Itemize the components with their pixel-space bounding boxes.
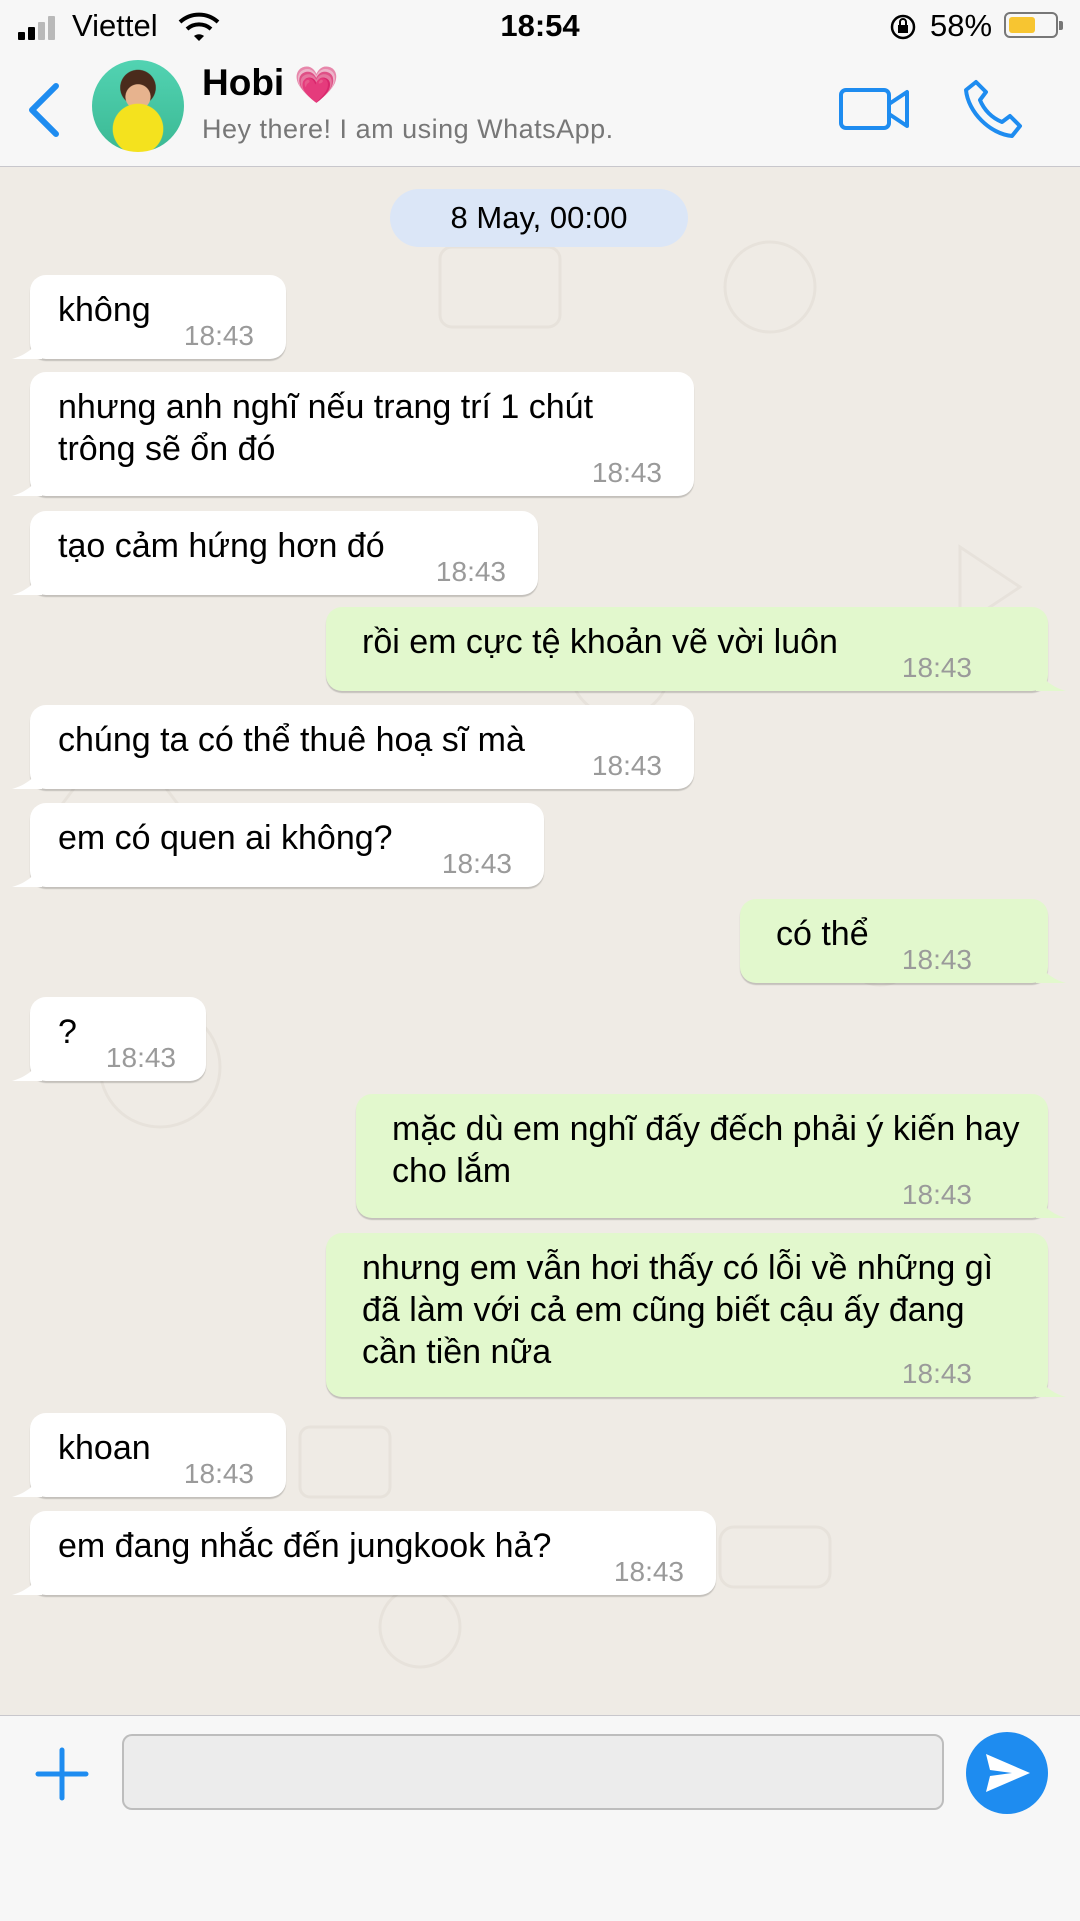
bubble-tail [12,476,42,496]
bubble-tail [12,1477,42,1497]
incoming-message[interactable]: ? 18:43 [12,997,206,1081]
contact-avatar[interactable] [92,60,184,152]
message-time: 18:43 [901,1179,972,1210]
status-bar: Viettel 18:54 58% [0,0,1080,52]
battery-icon [1004,12,1063,38]
phone-icon[interactable] [962,78,1024,140]
message-time: 18:43 [591,750,662,781]
outgoing-message[interactable]: có thể 18:43 [740,899,1066,983]
plus-icon[interactable] [34,1746,90,1802]
bubble-tail [12,575,42,595]
message-time: 18:43 [591,457,662,488]
incoming-message[interactable]: không 18:43 [12,275,286,359]
send-icon [986,1754,1030,1792]
chat-area[interactable]: 8 May, 00:00 không 18:43 nhưng anh nghĩ nế… [0,167,1080,1715]
incoming-message[interactable]: chúng ta có thể thuê hoạ sĩ mà 18:43 [12,705,694,789]
message-time: 18:43 [183,320,254,351]
bubble-tail [1036,1198,1066,1218]
chat-header: Hobi 💗 Hey there! I am using WhatsApp. [0,52,1080,167]
status-time: 18:54 [500,8,580,43]
bubble-tail [12,339,42,359]
rotation-lock-icon [890,14,916,40]
message-input[interactable] [122,1734,944,1810]
contact-status[interactable]: Hey there! I am using WhatsApp. [202,114,614,145]
message-time: 18:43 [435,556,506,587]
bubble-tail [12,769,42,789]
bubble-tail [12,1575,42,1595]
outgoing-message[interactable]: mặc dù em nghĩ đấy đếch phải ý kiến hay … [356,1094,1066,1218]
send-button[interactable] [966,1732,1048,1814]
back-chevron-icon[interactable] [24,80,64,140]
date-separator: 8 May, 00:00 [390,189,688,247]
bubble-tail [1036,671,1066,691]
outgoing-message[interactable]: nhưng em vẫn hơi thấy có lỗi về những gì… [326,1233,1066,1397]
bubble-tail [12,867,42,887]
message-time: 18:43 [441,848,512,879]
bubble-tail [1036,963,1066,983]
video-camera-icon[interactable] [838,82,910,134]
message-time: 18:43 [901,944,972,975]
message-time: 18:43 [613,1556,684,1587]
message-time: 18:43 [183,1458,254,1489]
message-text: em đang nhắc đến jungkook hả? [58,1527,552,1565]
contact-name[interactable]: Hobi [202,62,284,104]
incoming-message[interactable]: tạo cảm hứng hơn đó 18:43 [12,511,538,595]
battery-percent: 58% [930,8,993,43]
incoming-message[interactable]: em đang nhắc đến jungkook hả? 18:43 [12,1511,716,1595]
message-text: chúng ta có thể thuê hoạ sĩ mà [58,721,525,759]
incoming-message[interactable]: em có quen ai không? 18:43 [12,803,544,887]
battery-level-fill [1009,17,1035,33]
incoming-message[interactable]: khoan 18:43 [12,1413,286,1497]
message-time: 18:43 [901,652,972,683]
incoming-message[interactable]: nhưng anh nghĩ nếu trang trí 1 chút trôn… [12,372,694,496]
outgoing-message[interactable]: rồi em cực tệ khoản vẽ vời luôn 18:43 [326,607,1066,691]
message-time: 18:43 [901,1358,972,1389]
bubble-tail [1036,1377,1066,1397]
bubble-tail [12,1061,42,1081]
heart-emoji: 💗 [294,64,339,105]
input-bar [0,1715,1080,1921]
message-text: nhưng anh nghĩ nếu trang trí 1 chút trôn… [58,388,594,468]
message-time: 18:43 [105,1042,176,1073]
